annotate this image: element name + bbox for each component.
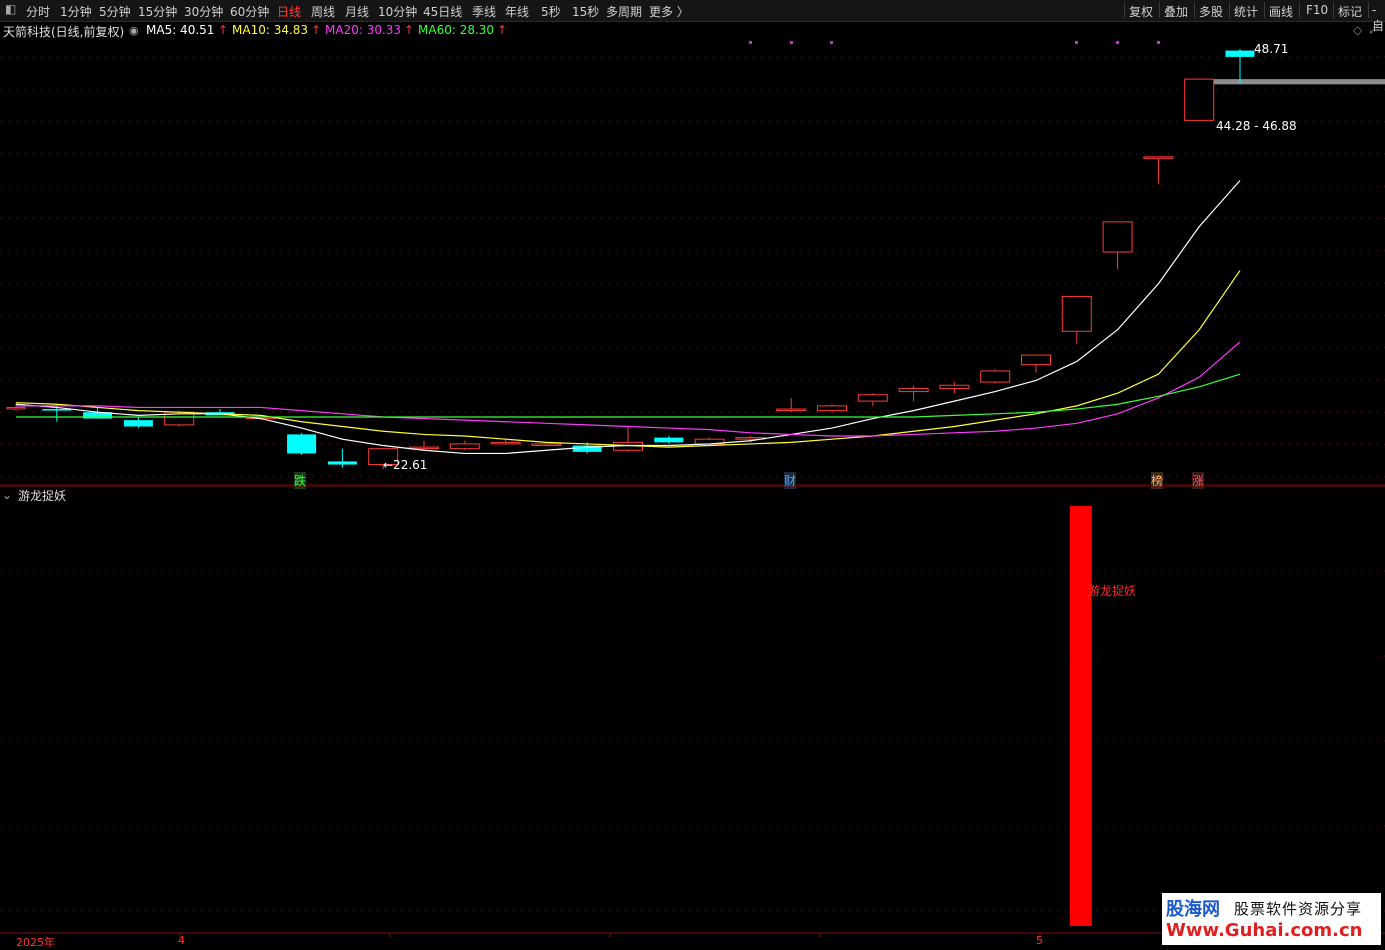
candle-body xyxy=(1225,50,1255,57)
period-15min[interactable]: 15分钟 xyxy=(138,3,177,20)
period-minute[interactable]: 分时 xyxy=(26,3,50,20)
period-monthly[interactable]: 月线 xyxy=(345,3,369,20)
candle-body xyxy=(1143,156,1174,159)
candle-body xyxy=(531,443,562,446)
toolbar-divider xyxy=(1229,2,1230,18)
period-15sec[interactable]: 15秒 xyxy=(572,3,599,20)
candle-body xyxy=(939,384,970,389)
more-menu[interactable]: 更多 〉 xyxy=(649,3,689,20)
period-1min[interactable]: 1分钟 xyxy=(60,3,92,20)
axis-month-label: 4 xyxy=(178,934,185,947)
candle-body xyxy=(287,434,317,454)
period-weekly[interactable]: 周线 xyxy=(311,3,335,20)
candle-body xyxy=(490,441,521,445)
period-toolbar: ◧ 分时 1分钟 5分钟 15分钟 30分钟 60分钟 日线 周线 月线 10分… xyxy=(0,0,1385,33)
toolbar-divider xyxy=(1333,2,1334,18)
high-price-label: 48.71 xyxy=(1254,42,1289,56)
mark-button[interactable]: 标记 xyxy=(1338,3,1362,20)
axis-month-label: 5 xyxy=(1036,934,1043,947)
indicator-title: 游龙捉妖 xyxy=(18,489,67,503)
candle-body xyxy=(1021,354,1051,366)
ma-line-ma20 xyxy=(16,341,1241,437)
marker-dot xyxy=(1116,41,1119,44)
period-5min[interactable]: 5分钟 xyxy=(99,3,131,20)
period-45day[interactable]: 45日线 xyxy=(423,3,462,20)
sidebar-toggle-icon[interactable]: ◧ xyxy=(5,2,16,16)
period-10min[interactable]: 10分钟 xyxy=(378,3,417,20)
candle-body xyxy=(1061,295,1092,332)
period-multi[interactable]: 多周期 xyxy=(606,3,642,20)
f10-button[interactable]: F10 xyxy=(1306,3,1328,17)
candlestick-chart[interactable] xyxy=(0,22,1385,486)
watermark-slogan: 股票软件资源分享 xyxy=(1234,900,1363,918)
adjust-button[interactable]: 复权 xyxy=(1129,3,1153,20)
draw-line-button[interactable]: 画线 xyxy=(1269,3,1293,20)
period-30min[interactable]: 30分钟 xyxy=(184,3,223,20)
guhai-watermark: 股海网 股票软件资源分享 Www.Guhai.com.cn xyxy=(1162,893,1381,945)
candle-body xyxy=(123,420,153,427)
candle-body xyxy=(6,406,26,410)
candle-body xyxy=(776,408,807,412)
toolbar-divider xyxy=(1159,2,1160,18)
overlay-button[interactable]: 叠加 xyxy=(1164,3,1188,20)
candle-body xyxy=(42,409,72,411)
marker-dot xyxy=(1075,41,1078,44)
toolbar-divider xyxy=(1264,2,1265,18)
statistics-button[interactable]: 统计 xyxy=(1234,3,1258,20)
signal-bar xyxy=(1069,506,1092,926)
marker-dot xyxy=(749,41,752,44)
toolbar-divider xyxy=(1299,2,1300,18)
candle-body xyxy=(449,443,480,450)
range-label: 44.28 - 46.88 xyxy=(1216,119,1297,133)
marker-dot xyxy=(1157,41,1160,44)
period-yearly[interactable]: 年线 xyxy=(505,3,529,20)
toolbar-divider xyxy=(1124,2,1125,18)
candle-body xyxy=(817,405,847,412)
candle-body xyxy=(980,370,1011,383)
candle-body xyxy=(857,394,888,402)
ma-line-ma60 xyxy=(16,373,1241,418)
ma-line-ma10 xyxy=(15,270,1241,448)
period-5sec[interactable]: 5秒 xyxy=(541,3,561,20)
marker-dot xyxy=(830,41,833,44)
candle-body xyxy=(409,446,439,450)
collapse-icon[interactable]: ⌄ xyxy=(2,488,12,502)
candle-body xyxy=(1102,221,1133,253)
period-daily[interactable]: 日线 xyxy=(277,3,301,20)
marker-dot xyxy=(790,41,793,44)
toolbar-divider xyxy=(1194,2,1195,18)
candle-body xyxy=(654,437,684,443)
candle-body xyxy=(898,387,929,393)
period-quarterly[interactable]: 季线 xyxy=(472,3,496,20)
watermark-url: Www.Guhai.com.cn xyxy=(1166,920,1363,941)
low-price-label: ←22.61 xyxy=(383,458,428,472)
multi-stock-button[interactable]: 多股 xyxy=(1199,3,1223,20)
toolbar-divider xyxy=(1368,2,1369,18)
candle-body xyxy=(1184,78,1215,121)
period-60min[interactable]: 60分钟 xyxy=(230,3,269,20)
candle-body xyxy=(327,461,357,465)
watermark-brand: 股海网 xyxy=(1166,899,1220,920)
signal-label: 游龙捉妖 xyxy=(1088,584,1137,598)
indicator-panel[interactable] xyxy=(0,486,1385,948)
